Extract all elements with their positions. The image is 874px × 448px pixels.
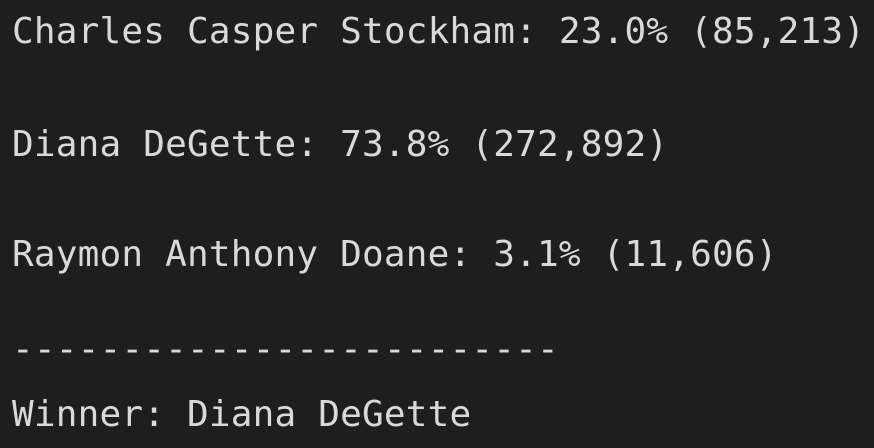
separator-line: -------------------------: [12, 329, 559, 370]
result-line-diana-degette: Diana DeGette: 73.8% (272,892): [12, 124, 669, 165]
result-line-raymon-anthony-doane: Raymon Anthony Doane: 3.1% (11,606): [12, 234, 778, 275]
winner-line: Winner: Diana DeGette: [12, 394, 472, 435]
terminal-output: Charles Casper Stockham: 23.0% (85,213) …: [0, 0, 874, 448]
result-line-charles-casper-stockham: Charles Casper Stockham: 23.0% (85,213): [12, 11, 866, 52]
